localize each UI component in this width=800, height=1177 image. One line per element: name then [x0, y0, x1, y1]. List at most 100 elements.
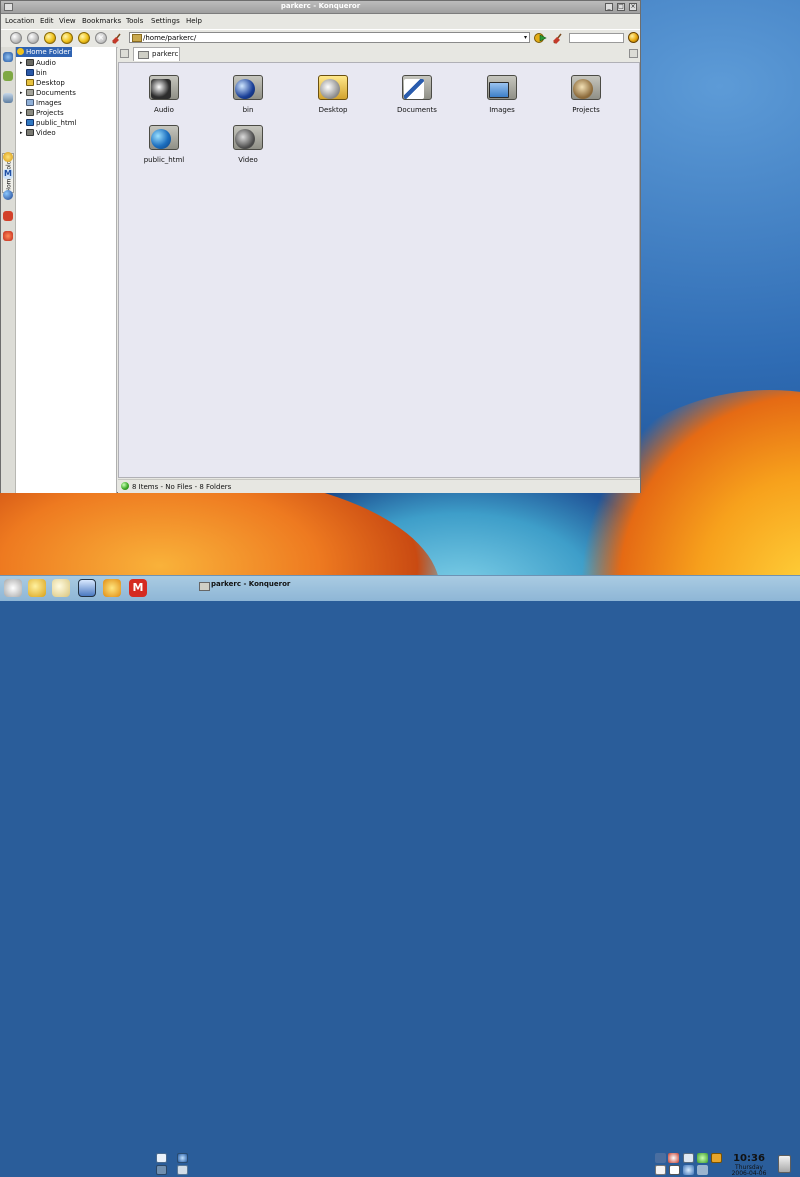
menu-bar: Location Edit View Bookmarks Tools Setti…	[1, 14, 640, 28]
konqueror-icon	[199, 582, 210, 591]
task-button-konqueror[interactable]: parkerc - Konqueror	[197, 577, 385, 599]
konqueror-window: parkerc - Konqueror _ □ × Location Edit …	[0, 0, 641, 493]
folder-audio-icon	[26, 59, 34, 66]
folder-documents-icon	[26, 89, 34, 96]
tray-search-icon[interactable]	[669, 1165, 680, 1175]
item-images[interactable]: Images	[472, 73, 532, 119]
tree-root-home-folder[interactable]: Home Folder	[16, 47, 72, 57]
status-ok-icon	[121, 482, 129, 490]
folder-public-html-icon	[151, 129, 171, 149]
folder-projects-icon	[573, 79, 593, 99]
tray-globe-icon[interactable]	[683, 1165, 694, 1175]
folder-desktop-icon	[320, 79, 340, 99]
menu-tools[interactable]: Tools	[126, 17, 143, 25]
forward-icon[interactable]	[27, 32, 39, 44]
status-bar: 8 Items - No Files - 8 Folders	[118, 479, 640, 493]
folder-icon	[138, 51, 149, 59]
mail-launcher-icon[interactable]: M	[129, 579, 147, 597]
icon-view: Audio bin Desktop Documents Images Proje…	[118, 62, 640, 478]
menu-help[interactable]: Help	[186, 17, 202, 25]
expand-arrow-icon[interactable]: ▸	[20, 120, 23, 126]
home-tab-icon[interactable]	[3, 152, 13, 162]
chevron-down-icon[interactable]: ▾	[522, 33, 529, 42]
folder-video-icon	[26, 129, 34, 136]
expand-arrow-icon[interactable]: ▸	[20, 110, 23, 116]
window-title: parkerc - Konqueror	[280, 2, 361, 10]
search-input[interactable]	[569, 33, 624, 43]
item-public-html[interactable]: public_html	[134, 123, 194, 169]
trash-icon[interactable]	[778, 1155, 791, 1173]
new-tab-button[interactable]	[120, 49, 129, 58]
go-icon[interactable]	[534, 32, 547, 44]
item-desktop[interactable]: Desktop	[303, 73, 363, 119]
minimize-button[interactable]: _	[605, 3, 613, 11]
tray-update-icon[interactable]	[668, 1153, 679, 1163]
item-projects[interactable]: Projects	[556, 73, 616, 119]
item-video[interactable]: Video	[218, 123, 278, 169]
back-icon[interactable]	[10, 32, 22, 44]
up-icon[interactable]	[44, 32, 56, 44]
home-launcher-icon[interactable]	[28, 579, 46, 597]
folder-tree: Home Folder ▸ Audio bin Desktop ▸ Docume…	[16, 47, 117, 493]
folder-projects-icon	[26, 109, 34, 116]
location-input[interactable]	[129, 32, 530, 43]
kde-menu-icon[interactable]	[4, 579, 22, 597]
close-button[interactable]: ×	[629, 3, 637, 11]
tray-pin-icon[interactable]	[697, 1165, 708, 1175]
folder-icon	[132, 34, 142, 42]
expand-arrow-icon[interactable]: ▸	[20, 60, 23, 66]
media-tab-icon[interactable]: M	[3, 169, 13, 179]
tray-clipboard-icon[interactable]	[711, 1153, 722, 1163]
history-tab-icon[interactable]	[3, 93, 13, 103]
root-tab-icon[interactable]	[3, 211, 13, 221]
clock-time[interactable]: 10:36	[731, 1153, 767, 1164]
clear-search-icon[interactable]	[552, 32, 564, 44]
maximize-button[interactable]: □	[617, 3, 625, 11]
menu-view[interactable]: View	[59, 17, 76, 25]
pager-desktop-1[interactable]	[156, 1153, 167, 1163]
help-launcher-icon[interactable]	[52, 579, 70, 597]
item-audio[interactable]: Audio	[134, 73, 194, 119]
clear-location-icon[interactable]	[111, 32, 123, 44]
settings-launcher-icon[interactable]	[103, 579, 121, 597]
status-text: 8 Items - No Files - 8 Folders	[132, 483, 232, 491]
tray-volume-icon[interactable]	[683, 1153, 694, 1163]
stop-icon[interactable]: ×	[95, 32, 107, 44]
folder-video-icon	[235, 129, 255, 149]
folder-documents-icon	[404, 79, 424, 99]
taskbar: M parkerc - Konqueror 10:36 Thursday 200…	[0, 575, 800, 1177]
item-bin[interactable]: bin	[218, 73, 278, 119]
devices-tab-icon[interactable]	[3, 71, 13, 81]
menu-edit[interactable]: Edit	[40, 17, 54, 25]
tray-network-icon[interactable]	[655, 1153, 666, 1163]
menu-location[interactable]: Location	[5, 17, 35, 25]
close-tab-button[interactable]	[629, 49, 638, 58]
pager-desktop-3[interactable]	[156, 1165, 167, 1175]
pager-desktop-4[interactable]	[177, 1165, 188, 1175]
expand-arrow-icon[interactable]: ▸	[20, 90, 23, 96]
folder-desktop-icon	[26, 79, 34, 86]
pager-desktop-2[interactable]	[177, 1153, 188, 1163]
bookmarks-tab-icon[interactable]	[3, 52, 13, 62]
network-tab-icon[interactable]	[3, 190, 13, 200]
folder-images-icon	[26, 99, 34, 106]
clock-date: 2006-04-06	[731, 1170, 767, 1177]
services-tab-icon[interactable]	[3, 231, 13, 241]
home-folder-icon	[17, 48, 24, 55]
folder-audio-icon	[151, 79, 171, 99]
terminal-launcher-icon[interactable]	[78, 579, 96, 597]
title-bar[interactable]: parkerc - Konqueror _ □ ×	[1, 1, 640, 14]
folder-bin-icon	[26, 69, 34, 76]
folder-bin-icon	[235, 79, 255, 99]
tray-status-icon[interactable]	[697, 1153, 708, 1163]
item-documents[interactable]: Documents	[387, 73, 447, 119]
folder-public-html-icon	[26, 119, 34, 126]
tab-parkerc[interactable]: parkerc	[133, 47, 180, 61]
menu-settings[interactable]: Settings	[151, 17, 180, 25]
folder-images-icon	[489, 82, 509, 98]
tray-notes-icon[interactable]	[655, 1165, 666, 1175]
home-icon[interactable]	[61, 32, 73, 44]
menu-bookmarks[interactable]: Bookmarks	[82, 17, 121, 25]
expand-arrow-icon[interactable]: ▸	[20, 130, 23, 136]
reload-icon[interactable]	[78, 32, 90, 44]
